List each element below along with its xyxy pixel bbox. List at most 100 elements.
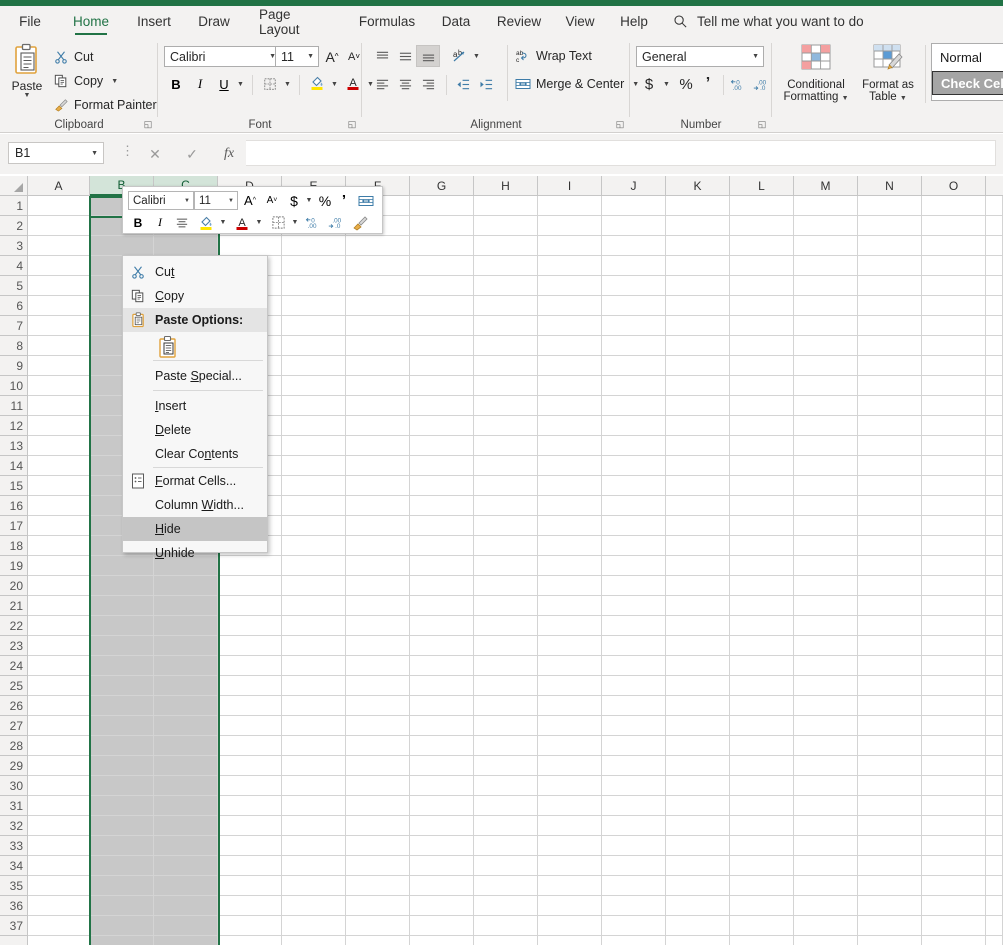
cell-L22[interactable] [730,616,794,636]
font-dialog-launcher[interactable]: ◱ [346,118,358,130]
cell-16[interactable] [986,496,1003,516]
cell-J15[interactable] [602,476,666,496]
cell-C3[interactable] [154,236,218,256]
cell-L20[interactable] [730,576,794,596]
cell-H19[interactable] [474,556,538,576]
clipboard-dialog-launcher[interactable]: ◱ [142,118,154,130]
align-middle-button[interactable] [393,45,417,67]
cell-E17[interactable] [282,516,346,536]
cell-K20[interactable] [666,576,730,596]
cell-K7[interactable] [666,316,730,336]
cell-N3[interactable] [858,236,922,256]
cell-G37[interactable] [410,916,474,936]
cell-C35[interactable] [154,876,218,896]
cell-O34[interactable] [922,856,986,876]
cell-A1[interactable] [28,196,90,216]
cell-N14[interactable] [858,456,922,476]
cell-H32[interactable] [474,816,538,836]
cell-J10[interactable] [602,376,666,396]
cell-F26[interactable] [346,696,410,716]
cell-A11[interactable] [28,396,90,416]
cell-O11[interactable] [922,396,986,416]
cell-O38[interactable] [922,936,986,945]
cell-M37[interactable] [794,916,858,936]
context-menu-item-column-width[interactable]: Column Width... [123,493,267,517]
cell-O17[interactable] [922,516,986,536]
cell-K28[interactable] [666,736,730,756]
cell-G6[interactable] [410,296,474,316]
cell-J5[interactable] [602,276,666,296]
cell-N33[interactable] [858,836,922,856]
chevron-down-icon[interactable]: ▼ [842,95,849,102]
cell-E30[interactable] [282,776,346,796]
cell-F33[interactable] [346,836,410,856]
borders-button[interactable] [258,73,282,95]
tab-help[interactable]: Help [614,6,654,37]
cell-27[interactable] [986,716,1003,736]
cell-A14[interactable] [28,456,90,476]
cell-A4[interactable] [28,256,90,276]
cell-L32[interactable] [730,816,794,836]
conditional-formatting-button[interactable]: Conditional Formatting ▼ [780,43,852,103]
cell-M23[interactable] [794,636,858,656]
cell-F21[interactable] [346,596,410,616]
cell-I1[interactable] [538,196,602,216]
format-painter-button[interactable]: Format Painter [52,96,157,114]
cell-J16[interactable] [602,496,666,516]
cell-J14[interactable] [602,456,666,476]
mini-increase-decimal-button[interactable]: 0 .00 [303,213,325,232]
cell-35[interactable] [986,876,1003,896]
cell-D25[interactable] [218,676,282,696]
cell-A7[interactable] [28,316,90,336]
cell-L5[interactable] [730,276,794,296]
cell-15[interactable] [986,476,1003,496]
cell-J1[interactable] [602,196,666,216]
chevron-down-icon[interactable]: ▼ [24,92,31,99]
cell-A18[interactable] [28,536,90,556]
cell-G23[interactable] [410,636,474,656]
cell-M11[interactable] [794,396,858,416]
cell-F36[interactable] [346,896,410,916]
cell-F31[interactable] [346,796,410,816]
cell-33[interactable] [986,836,1003,856]
cell-B28[interactable] [90,736,154,756]
cell-M30[interactable] [794,776,858,796]
cell-C24[interactable] [154,656,218,676]
chevron-down-icon[interactable]: ▼ [91,150,98,157]
mini-comma-button[interactable]: ’ [335,191,353,210]
cell-K29[interactable] [666,756,730,776]
cell-G15[interactable] [410,476,474,496]
cell-B32[interactable] [90,816,154,836]
cell-A3[interactable] [28,236,90,256]
cell-4[interactable] [986,256,1003,276]
cell-A24[interactable] [28,656,90,676]
cell-B35[interactable] [90,876,154,896]
cell-B20[interactable] [90,576,154,596]
cell-K22[interactable] [666,616,730,636]
cell-A31[interactable] [28,796,90,816]
cell-L28[interactable] [730,736,794,756]
cell-D34[interactable] [218,856,282,876]
cell-14[interactable] [986,456,1003,476]
cell-H30[interactable] [474,776,538,796]
cell-N37[interactable] [858,916,922,936]
cell-E33[interactable] [282,836,346,856]
mini-currency-dropdown[interactable]: ▼ [303,191,315,210]
cell-B3[interactable] [90,236,154,256]
cell-A23[interactable] [28,636,90,656]
cell-I2[interactable] [538,216,602,236]
cell-M1[interactable] [794,196,858,216]
cell-L12[interactable] [730,416,794,436]
cell-N17[interactable] [858,516,922,536]
cell-F24[interactable] [346,656,410,676]
cell-J26[interactable] [602,696,666,716]
cell-I34[interactable] [538,856,602,876]
cell-H31[interactable] [474,796,538,816]
cell-I18[interactable] [538,536,602,556]
cell-H35[interactable] [474,876,538,896]
cell-G14[interactable] [410,456,474,476]
cell-L27[interactable] [730,716,794,736]
cell-H16[interactable] [474,496,538,516]
cell-I36[interactable] [538,896,602,916]
row-header-27[interactable]: 27 [0,716,28,736]
